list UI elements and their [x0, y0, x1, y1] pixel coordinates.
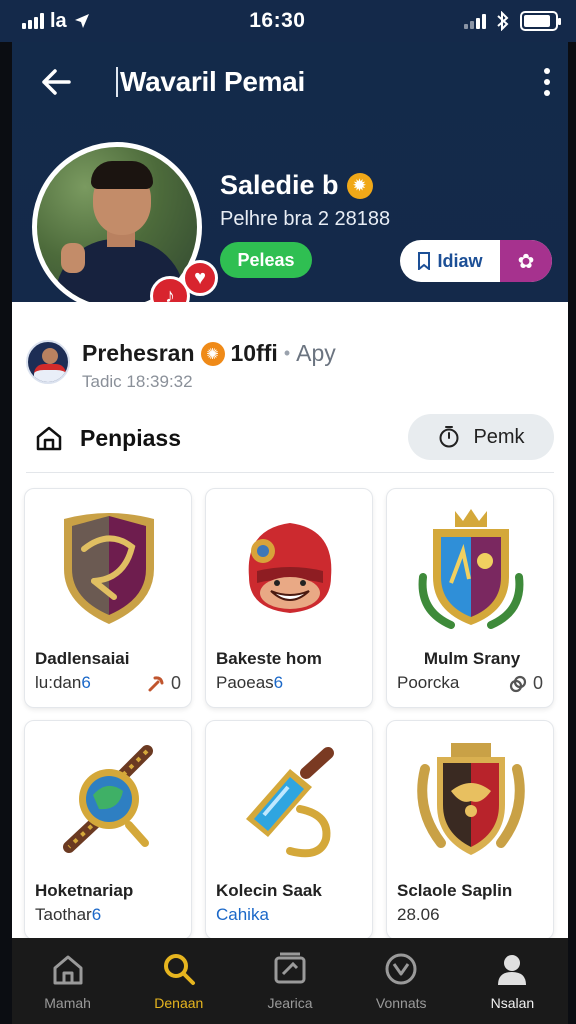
clock: 16:30	[249, 9, 306, 32]
activity-count: 10ffi	[230, 340, 278, 366]
activity-name: Prehesran	[82, 340, 195, 366]
sort-button[interactable]: Pemk	[408, 414, 554, 460]
sort-label: Pemk	[473, 425, 525, 448]
item-name: Hoketnariap	[35, 881, 134, 900]
nav-item-home[interactable]: Mamah	[12, 938, 123, 1024]
battery-icon	[520, 11, 561, 31]
activity-avatar	[26, 340, 70, 384]
top-nav: Wavaril Pemai	[12, 42, 568, 122]
section-header: Penpiass Pemk	[34, 414, 554, 462]
home-icon	[50, 951, 86, 987]
nav-item-search[interactable]: Denaan	[123, 938, 234, 1024]
item-card[interactable]: Mulm Srany Poorcka 0	[386, 488, 554, 708]
royal-shield-icon	[387, 499, 553, 639]
network-label: la	[50, 9, 67, 32]
item-name: Sclaole Saplin	[397, 881, 513, 900]
item-name: Mulm Srany	[423, 649, 521, 668]
nav-item-gallery[interactable]: Jearica	[234, 938, 345, 1024]
section-title: Penpiass	[80, 424, 181, 451]
home-outline-icon	[34, 423, 64, 453]
bookmark-icon	[418, 252, 431, 270]
item-card[interactable]: Kolecin Saak Cahika	[205, 720, 373, 938]
dot-separator: •	[283, 343, 291, 363]
nav-label: Nsalan	[490, 995, 535, 1011]
nav-label: Vonnats	[375, 995, 427, 1011]
nav-item-favorites[interactable]: Vonnats	[346, 938, 457, 1024]
item-meta: 0	[147, 673, 181, 694]
nav-item-profile[interactable]: Nsalan	[457, 938, 568, 1024]
gem-amulet-icon	[25, 731, 191, 871]
status-right	[464, 11, 561, 31]
bottom-nav: Mamah Denaan Jearica Vonnats Nsalan	[12, 938, 568, 1024]
follow-label: Idiaw	[437, 250, 483, 271]
item-card[interactable]: Sclaole Saplin 28.06	[386, 720, 554, 938]
heart-badge-icon: ♥	[182, 260, 218, 296]
item-name: Kolecin Saak	[216, 881, 322, 900]
status-left: la	[22, 10, 91, 33]
gallery-icon	[272, 951, 308, 987]
nav-label: Jearica	[267, 995, 313, 1011]
back-arrow-icon	[42, 69, 71, 95]
page-title: Wavaril Pemai	[120, 66, 305, 97]
signal-icon	[22, 13, 44, 29]
items-grid: Dadlensaiai lu:dan6 0 Bakeste hom Paoeas…	[24, 488, 554, 938]
item-card[interactable]: Dadlensaiai lu:dan6 0	[24, 488, 192, 708]
title-divider	[116, 67, 118, 97]
profile-header: Wavaril Pemai ♪ ♥ Saledie b ✹ Pelhre bra…	[12, 42, 568, 316]
profile-avatar[interactable]: ♪ ♥	[32, 142, 218, 316]
location-arrow-icon	[74, 14, 89, 28]
gear-badge-icon: ✹	[346, 172, 373, 199]
crystal-hook-icon	[206, 731, 372, 871]
profile-subtitle: Pelhre bra 2 28188	[220, 208, 391, 230]
bluetooth-icon	[497, 11, 509, 31]
cell-signal-icon	[464, 13, 486, 29]
follow-group: Idiaw ✿	[400, 240, 552, 282]
username-row: Saledie b ✹	[220, 170, 373, 201]
activity-line: Prehesran ✺ 10ffi • Apy	[82, 340, 336, 367]
back-button[interactable]	[26, 52, 86, 112]
red-helmet-icon	[206, 499, 372, 639]
username: Saledie b	[220, 170, 339, 200]
item-meta: 0	[509, 673, 543, 694]
status-pill[interactable]: Peleas	[220, 242, 312, 278]
link-icon	[509, 675, 527, 692]
flower-badge-button[interactable]: ✿	[500, 240, 552, 282]
item-sub: 28.06	[397, 905, 440, 924]
item-sub: Cahika	[216, 905, 269, 924]
item-card[interactable]: Hoketnariap Taothar6	[24, 720, 192, 938]
heart-icon	[383, 951, 419, 987]
eagle-crest-icon	[387, 731, 553, 871]
pickaxe-icon	[148, 675, 164, 691]
activity-time: Tadic 18:39:32	[82, 372, 193, 391]
nav-label: Mamah	[44, 995, 91, 1011]
profile-icon	[494, 951, 530, 987]
item-sub: Poorcka	[397, 673, 460, 692]
item-sub: Taothar6	[35, 905, 102, 924]
follow-button[interactable]: Idiaw	[400, 240, 500, 282]
main-content: Prehesran ✺ 10ffi • Apy Tadic 18:39:32 P…	[12, 302, 568, 938]
nav-label: Denaan	[154, 995, 204, 1011]
section-divider	[26, 472, 554, 473]
item-sub: Paoeas6	[216, 673, 284, 692]
search-icon	[161, 951, 197, 987]
activity-row[interactable]: Prehesran ✺ 10ffi • Apy Tadic 18:39:32	[26, 338, 546, 398]
item-sub: lu:dan6	[35, 673, 91, 692]
item-name: Bakeste hom	[216, 649, 322, 668]
item-card[interactable]: Bakeste hom Paoeas6	[205, 488, 373, 708]
battery-fill	[524, 15, 550, 27]
item-name: Dadlensaiai	[35, 649, 130, 668]
crest-shield-icon	[25, 499, 191, 639]
timer-icon	[439, 426, 459, 448]
status-bar: la 16:30	[0, 0, 576, 42]
activity-app: Apy	[296, 340, 336, 366]
sun-badge-icon: ✺	[200, 341, 225, 366]
more-options-button[interactable]	[532, 62, 562, 102]
